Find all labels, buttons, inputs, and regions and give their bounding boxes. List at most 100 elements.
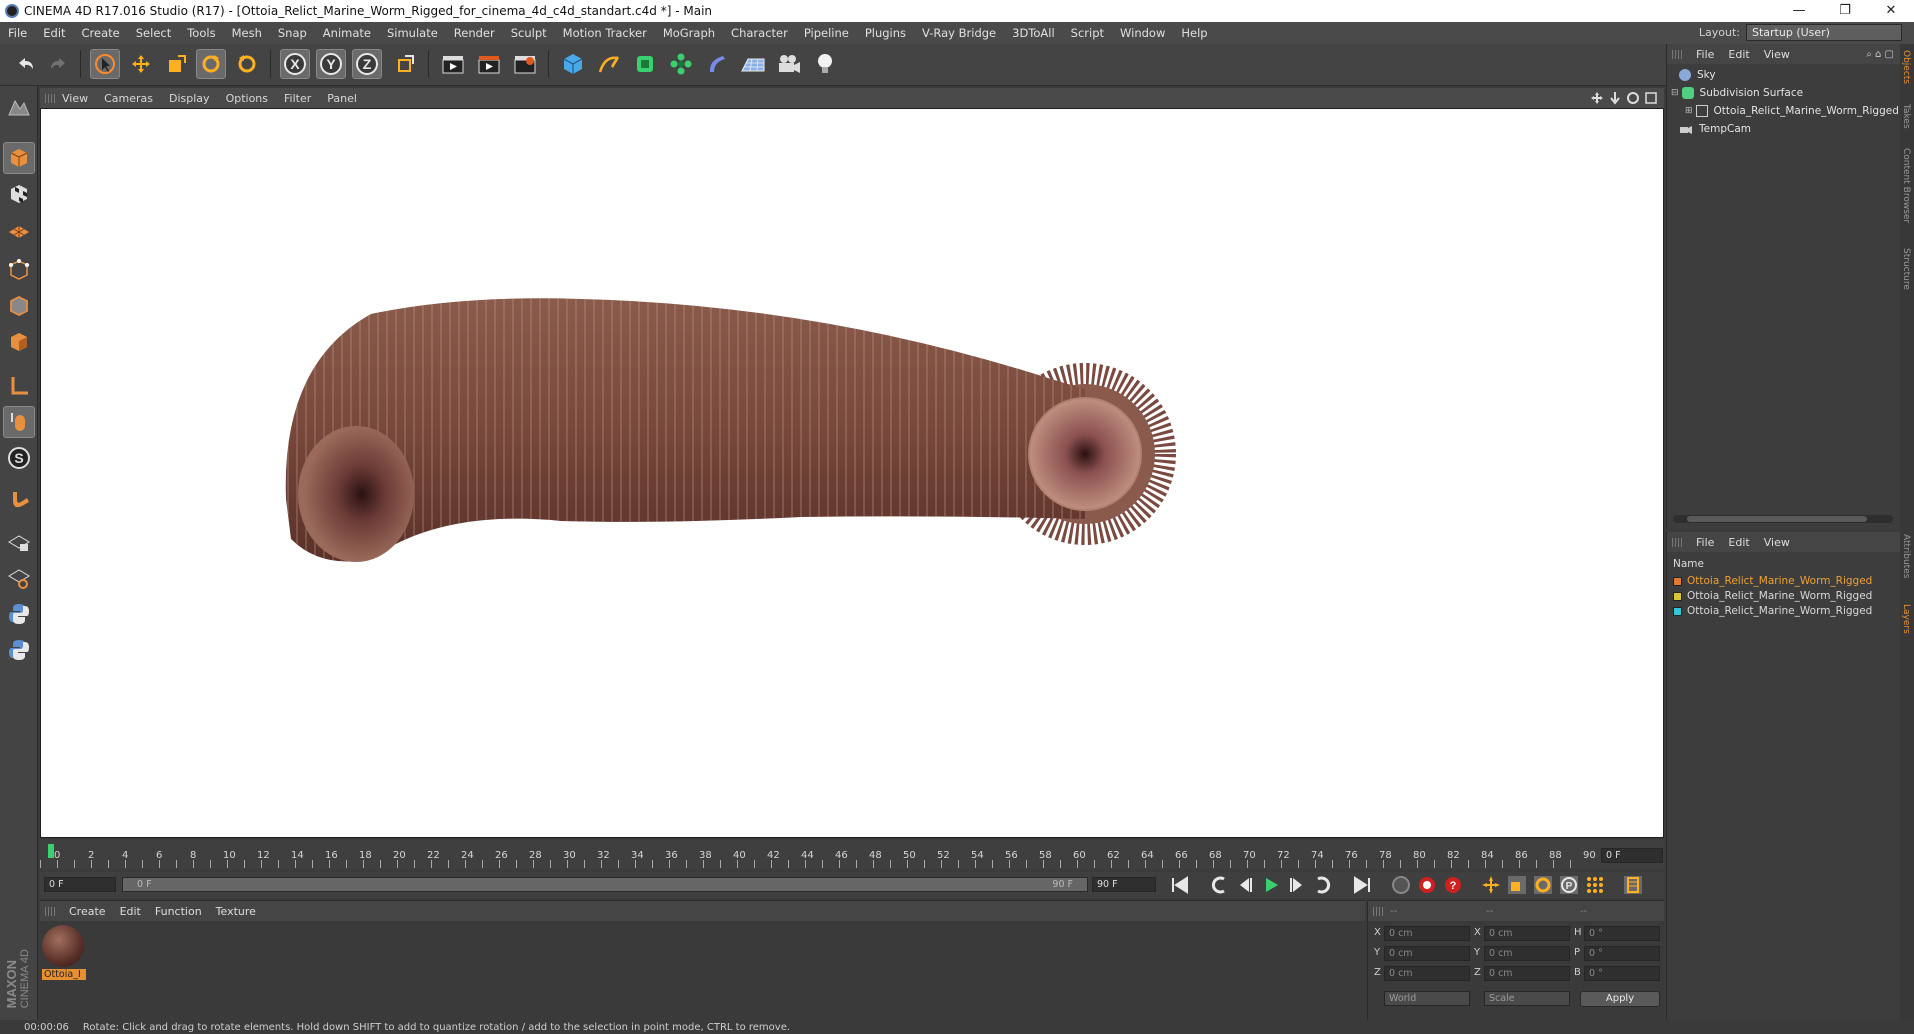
menu-script[interactable]: Script xyxy=(1063,26,1112,40)
home-icon[interactable]: ⌂ xyxy=(1875,49,1881,60)
menu-help[interactable]: Help xyxy=(1173,26,1215,40)
key-point-level-icon[interactable] xyxy=(1584,874,1606,896)
go-to-end-icon[interactable] xyxy=(1350,874,1374,896)
tab-objects[interactable]: Objects xyxy=(1901,50,1911,84)
z-axis-lock-button[interactable]: Z xyxy=(352,49,382,79)
search-icon[interactable]: ⌕ xyxy=(1866,49,1872,60)
object-menu-file[interactable]: File xyxy=(1689,48,1721,61)
menu-edit[interactable]: Edit xyxy=(35,26,73,40)
previous-frame-icon[interactable] xyxy=(1234,874,1256,896)
key-rotation-icon[interactable] xyxy=(1532,874,1554,896)
size-mode-dropdown[interactable]: Scale xyxy=(1484,991,1570,1006)
layer-color-swatch[interactable] xyxy=(1673,606,1682,616)
pos-z-field[interactable]: 0 cm xyxy=(1384,966,1470,981)
size-y-field[interactable]: 0 cm xyxy=(1484,946,1570,961)
add-array-button[interactable] xyxy=(666,49,696,79)
record-active-objects-icon[interactable] xyxy=(1416,874,1438,896)
menu-pipeline[interactable]: Pipeline xyxy=(796,26,857,40)
layout-dropdown[interactable]: Startup (User) xyxy=(1746,24,1902,41)
menu-sculpt[interactable]: Sculpt xyxy=(503,26,555,40)
planar-workplane-button[interactable] xyxy=(3,562,35,594)
render-view-button[interactable] xyxy=(438,49,468,79)
axis-mode-button[interactable] xyxy=(3,370,35,402)
tab-structure[interactable]: Structure xyxy=(1901,248,1911,290)
x-axis-lock-button[interactable]: X xyxy=(280,49,310,79)
python-script-button-1[interactable] xyxy=(3,598,35,630)
tab-attributes[interactable]: Attributes xyxy=(1901,534,1911,578)
polygons-mode-button[interactable] xyxy=(3,326,35,358)
add-subdivision-surface-button[interactable] xyxy=(630,49,660,79)
rotate-view-icon[interactable] xyxy=(1626,91,1640,105)
layer-row-3[interactable]: Ottoia_Relict_Marine_Worm_Rigged xyxy=(1673,604,1872,618)
menu-mesh[interactable]: Mesh xyxy=(224,26,270,40)
viewport-menu-display[interactable]: Display xyxy=(161,92,218,105)
python-script-button-2[interactable] xyxy=(3,634,35,666)
object-menu-edit[interactable]: Edit xyxy=(1721,48,1756,61)
add-floor-button[interactable] xyxy=(738,49,768,79)
panel-grip[interactable] xyxy=(1672,50,1682,59)
layer-color-swatch[interactable] xyxy=(1673,576,1682,586)
pan-view-icon[interactable] xyxy=(1590,91,1604,105)
material-menu-texture[interactable]: Texture xyxy=(209,905,263,918)
material-menu-edit[interactable]: Edit xyxy=(113,905,148,918)
layer-menu-edit[interactable]: Edit xyxy=(1721,536,1756,549)
expand-toggle-icon[interactable]: ⊞ xyxy=(1685,106,1693,116)
add-cube-button[interactable] xyxy=(558,49,588,79)
rot-h-field[interactable]: 0 ° xyxy=(1584,926,1660,941)
menu-vray-bridge[interactable]: V-Ray Bridge xyxy=(914,26,1004,40)
locked-workplane-button[interactable] xyxy=(3,526,35,558)
panel-grip[interactable] xyxy=(45,907,55,916)
viewport-menu-filter[interactable]: Filter xyxy=(276,92,319,105)
menu-plugins[interactable]: Plugins xyxy=(857,26,914,40)
tweak-mode-button[interactable] xyxy=(3,406,35,438)
add-light-button[interactable] xyxy=(810,49,840,79)
recent-tool-button[interactable] xyxy=(232,49,262,79)
menu-snap[interactable]: Snap xyxy=(270,26,315,40)
texture-mode-button[interactable] xyxy=(3,178,35,210)
apply-button[interactable]: Apply xyxy=(1580,991,1660,1007)
collapse-toggle-icon[interactable]: ⊟ xyxy=(1671,88,1679,98)
add-deformer-button[interactable] xyxy=(702,49,732,79)
material-menu-create[interactable]: Create xyxy=(62,905,113,918)
snapping-button[interactable] xyxy=(3,484,35,516)
scrollbar-thumb[interactable] xyxy=(1687,516,1867,522)
go-to-start-icon[interactable] xyxy=(1168,874,1192,896)
workplane-mode-button[interactable] xyxy=(3,214,35,246)
layer-color-swatch[interactable] xyxy=(1673,591,1682,601)
size-z-field[interactable]: 0 cm xyxy=(1484,966,1570,981)
key-scale-icon[interactable] xyxy=(1506,874,1528,896)
panel-grip[interactable] xyxy=(1373,907,1383,916)
move-tool-button[interactable] xyxy=(126,49,156,79)
render-settings-button[interactable] xyxy=(510,49,540,79)
restore-button[interactable]: ❐ xyxy=(1822,0,1868,22)
timeline-ruler[interactable]: 0 2 4 6 8 10 12 14 16 18 20 22 24 26 28 … xyxy=(40,840,1664,870)
viewport-menu-cameras[interactable]: Cameras xyxy=(96,92,161,105)
y-axis-lock-button[interactable]: Y xyxy=(316,49,346,79)
rot-b-field[interactable]: 0 ° xyxy=(1584,966,1660,981)
key-position-icon[interactable] xyxy=(1480,874,1502,896)
layer-row-1[interactable]: Ottoia_Relict_Marine_Worm_Rigged xyxy=(1673,574,1872,588)
layer-menu-view[interactable]: View xyxy=(1757,536,1797,549)
add-spline-button[interactable] xyxy=(594,49,624,79)
panel-grip[interactable] xyxy=(45,94,55,103)
3d-viewport[interactable] xyxy=(40,108,1664,838)
size-x-field[interactable]: 0 cm xyxy=(1484,926,1570,941)
rotate-tool-button[interactable] xyxy=(196,49,226,79)
close-button[interactable]: ✕ xyxy=(1868,0,1914,22)
object-menu-view[interactable]: View xyxy=(1757,48,1797,61)
model-mode-button[interactable] xyxy=(3,142,35,174)
autokeying-icon[interactable]: ? xyxy=(1442,874,1464,896)
previous-key-icon[interactable] xyxy=(1206,874,1230,896)
menu-tools[interactable]: Tools xyxy=(179,26,223,40)
next-key-icon[interactable] xyxy=(1312,874,1336,896)
render-to-picture-viewer-button[interactable] xyxy=(474,49,504,79)
frame-range-slider[interactable]: 0 F 90 F xyxy=(122,877,1088,892)
current-frame-field[interactable]: 0 F xyxy=(1601,848,1663,863)
viewport-menu-view[interactable]: View xyxy=(54,92,96,105)
zoom-view-icon[interactable] xyxy=(1608,91,1622,105)
end-frame-field[interactable]: 90 F xyxy=(1092,877,1156,892)
make-editable-button[interactable] xyxy=(3,92,35,124)
rot-p-field[interactable]: 0 ° xyxy=(1584,946,1660,961)
tab-content-browser[interactable]: Content Browser xyxy=(1901,148,1911,223)
minimize-button[interactable]: — xyxy=(1776,0,1822,22)
